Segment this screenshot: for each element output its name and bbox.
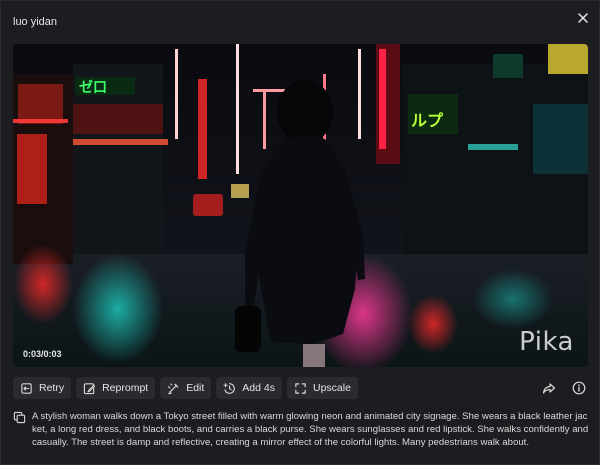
- share-icon: [542, 383, 556, 394]
- reprompt-label: Reprompt: [102, 382, 149, 394]
- edit-button[interactable]: Edit: [160, 377, 212, 399]
- close-icon: [578, 13, 588, 23]
- retry-label: Retry: [39, 382, 65, 394]
- video-frame: ゼ口 ルプ: [13, 44, 588, 367]
- add-4s-icon: [223, 382, 236, 394]
- add-4s-label: Add 4s: [242, 382, 275, 394]
- prompt-section: A stylish woman walks down a Tokyo stree…: [13, 410, 589, 449]
- video-player[interactable]: ゼ口 ルプ 0:03/0:03 Pika: [13, 44, 588, 367]
- edit-label: Edit: [186, 382, 205, 394]
- reprompt-button[interactable]: Reprompt: [76, 377, 156, 399]
- upscale-label: Upscale: [313, 382, 351, 394]
- info-icon: [572, 381, 586, 395]
- upscale-icon: [295, 382, 306, 394]
- upscale-button[interactable]: Upscale: [287, 377, 358, 399]
- info-button[interactable]: [571, 380, 587, 396]
- add-4s-button[interactable]: Add 4s: [216, 377, 282, 399]
- svg-text:ルプ: ルプ: [411, 111, 444, 130]
- secondary-actions: [541, 380, 587, 396]
- copy-icon[interactable]: [13, 411, 26, 424]
- reprompt-icon: [83, 382, 96, 394]
- modal-title: luo yidan: [13, 16, 58, 28]
- retry-icon: [21, 382, 32, 394]
- pika-watermark: Pika: [519, 327, 574, 357]
- share-button[interactable]: [541, 380, 557, 396]
- video-timecode: 0:03/0:03: [23, 349, 62, 359]
- retry-button[interactable]: Retry: [13, 377, 72, 399]
- edit-icon: [168, 382, 179, 394]
- svg-text:ゼ口: ゼ口: [79, 79, 107, 96]
- action-toolbar: Retry Reprompt Edit Add 4s Upscale: [13, 377, 358, 399]
- prompt-text: A stylish woman walks down a Tokyo stree…: [32, 411, 589, 448]
- video-detail-modal: luo yidan ゼ口 ルプ 0:03/0:03 Pika Retry Rep…: [0, 0, 600, 465]
- close-button[interactable]: [573, 8, 593, 28]
